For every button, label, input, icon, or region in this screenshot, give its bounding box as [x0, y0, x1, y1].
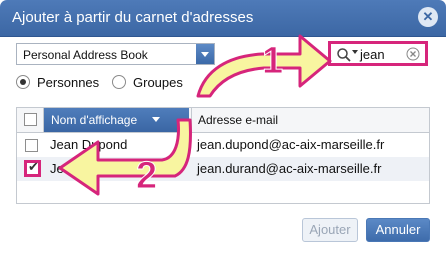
contacts-table: Nom d'affichage Adresse e-mail Jean Dupo…	[16, 107, 430, 204]
row-checkbox[interactable]	[25, 139, 38, 152]
cancel-button[interactable]: Annuler	[366, 218, 430, 242]
contact-name: Jean Dupond	[50, 137, 128, 152]
radio-personnes-label: Personnes	[37, 75, 100, 90]
dialog-title: Ajouter à partir du carnet d'adresses	[12, 9, 254, 26]
column-header-display-name[interactable]: Nom d'affichage	[44, 108, 189, 132]
row-checkbox-checked[interactable]: ✔	[24, 159, 41, 177]
address-book-select-value: Personal Address Book	[23, 48, 148, 62]
dialog-titlebar: Ajouter à partir du carnet d'adresses ✕	[0, 0, 446, 37]
chevron-down-icon[interactable]	[196, 44, 214, 64]
contact-email: jean.durand@ac-aix-marseille.fr	[197, 161, 382, 176]
table-row[interactable]: ✔ Jean Durand jean.durand@ac-aix-marseil…	[17, 157, 429, 181]
checkmark-icon: ✔	[28, 159, 39, 174]
table-header: Nom d'affichage Adresse e-mail	[17, 108, 429, 133]
sort-desc-icon	[152, 117, 160, 122]
search-input-value: jean	[360, 47, 385, 62]
close-icon[interactable]: ✕	[418, 7, 438, 27]
radio-groupes-label: Groupes	[133, 75, 183, 90]
select-all-cell	[17, 108, 44, 132]
address-book-select[interactable]: Personal Address Book	[16, 43, 215, 65]
step-1-label: 1	[262, 40, 283, 82]
clear-icon[interactable]	[406, 47, 420, 61]
contact-email: jean.dupond@ac-aix-marseille.fr	[197, 137, 385, 152]
add-from-address-book-dialog: Ajouter à partir du carnet d'adresses ✕ …	[0, 0, 446, 261]
select-all-checkbox[interactable]	[24, 113, 37, 126]
contact-name: Jean Durand	[50, 161, 125, 176]
table-row[interactable]: Jean Dupond jean.dupond@ac-aix-marseille…	[17, 133, 429, 157]
radio-groupes-circle[interactable]	[112, 75, 126, 89]
radio-personnes-circle[interactable]	[16, 75, 30, 89]
search-options-caret-icon[interactable]	[352, 50, 358, 54]
add-button[interactable]: Ajouter	[302, 218, 358, 242]
column-header-email[interactable]: Adresse e-mail	[191, 108, 428, 132]
search-icon	[337, 48, 351, 62]
column-header-email-label: Adresse e-mail	[198, 113, 279, 127]
search-input[interactable]: jean	[328, 41, 428, 66]
step-1-arrow-icon	[196, 34, 332, 98]
column-header-display-name-label: Nom d'affichage	[51, 113, 138, 127]
